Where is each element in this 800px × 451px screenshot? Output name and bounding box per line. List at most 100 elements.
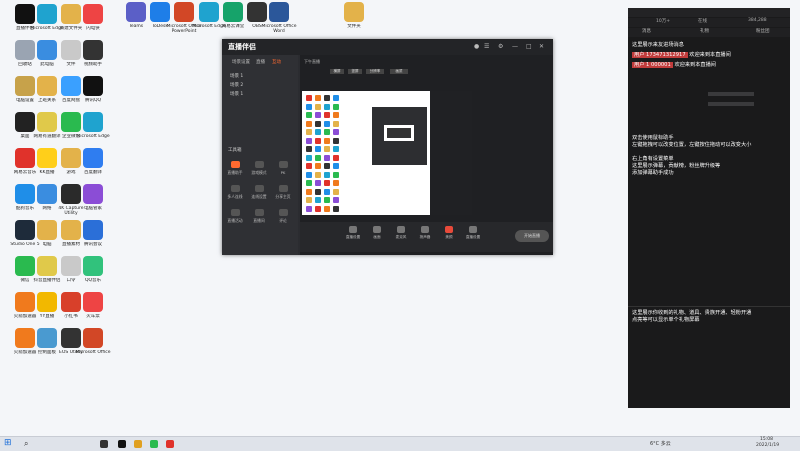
capture-canvas[interactable] [302,91,472,215]
mini-desktop-icon [306,180,312,186]
tool-item[interactable]: 直播助手 [224,161,246,176]
desktop-icon-label: Microsoft Office [75,350,111,355]
app-icon [83,148,103,168]
desktop-icon[interactable]: QQ音乐 [74,256,112,294]
weather[interactable]: 6°C 多云 [650,440,671,447]
dock-item[interactable]: 美颜 [440,226,458,240]
app-icon [83,40,103,60]
dock-item[interactable]: 直播设置 [464,226,482,240]
tool-item[interactable]: 直播活动 [224,209,246,224]
avatar[interactable]: ● [474,43,479,50]
tool-item[interactable]: PK [272,161,294,175]
taskbar-app-icon[interactable] [118,440,126,448]
dock-item[interactable]: 画面 [368,226,386,240]
mini-desktop-icon [333,146,339,152]
minimize-icon[interactable]: — [512,43,518,50]
mini-desktop-icon [315,103,321,110]
mini-desktop-icon [315,129,321,135]
mini-desktop-icon [306,120,312,127]
toolbar-item[interactable]: 横屏 [330,69,344,74]
desktop-icon[interactable]: 百度翻译 [74,148,112,186]
scene-item[interactable]: 场景 2 [230,82,243,88]
mini-desktop-icon [324,180,330,186]
desktop-icon[interactable]: 文件夹 [335,2,373,40]
app-icon [83,4,103,24]
mini-desktop-icon [306,171,312,178]
tool-item[interactable]: 直播间 [248,209,270,224]
live-app-window[interactable]: 直播伴侣 ● ☰ ⚙ — □ ✕ 场景设置 直播 互动 场景 1 场景 2 场景… [222,39,553,255]
nested-app-window [372,107,427,165]
gear-icon[interactable]: ⚙ [498,43,503,50]
tool-item[interactable]: 游戏模式 [248,161,270,176]
mini-desktop-icon [315,112,321,118]
tool-item[interactable]: 多人连线 [224,185,246,200]
dock-item[interactable]: 麦克风 [392,226,410,240]
app-icon [344,2,364,22]
mini-desktop-icon [324,205,330,212]
dock-item[interactable]: 扬声器 [416,226,434,240]
desktop-icon-label: QQ音乐 [84,278,102,283]
mini-desktop-icon [324,197,330,203]
nested-chat-panel [430,91,472,215]
clock-date[interactable]: 2022/1/19 [756,443,779,448]
close-icon[interactable]: ✕ [539,43,544,50]
tool-item[interactable]: 连线设置 [248,185,270,200]
mini-desktop-icon [333,188,339,195]
mini-desktop-icon [333,129,339,135]
tool-item[interactable]: 分享主页 [272,185,294,200]
mini-desktop-icon [306,95,312,101]
scene-item[interactable]: 场景 1 [230,73,243,79]
mini-desktop-icon [333,103,339,110]
mini-desktop-icon [324,163,330,169]
score-count: 384,288 [748,18,767,23]
toolbar-item[interactable]: 竖屏 [348,69,362,74]
chat-panel[interactable]: 10万+ 在线 384,288 消息 礼物 粉丝团 这里展示来友进场消息 用户 … [628,8,790,408]
start-live-button[interactable]: 开始直播 [515,230,549,242]
taskbar-app-icon[interactable] [166,440,174,448]
desktop-icon[interactable]: 电脑管家 [74,184,112,222]
tab-interact[interactable]: 互动 [272,59,281,65]
mini-desktop-icon [306,205,312,212]
mini-desktop-icon [324,129,330,135]
windows-start-icon[interactable]: ⊞ [4,438,12,448]
mini-desktop-icon [324,146,330,152]
desktop-icon[interactable]: 腾讯会议 [74,220,112,258]
taskbar-app-icon[interactable] [100,440,108,448]
tool-item[interactable]: 评论 [272,209,294,224]
desktop-icon-label: 文件夹 [347,24,361,29]
mini-desktop-icon [306,146,312,152]
tab-gifts[interactable]: 礼物 [700,28,709,34]
mini-desktop-icon [306,197,312,203]
tab-messages[interactable]: 消息 [642,28,651,34]
desktop-icon-label: 腾讯QQ [84,98,102,103]
desktop-icon[interactable]: Microsoft Edge [74,112,112,150]
clock-time[interactable]: 15:08 [760,437,773,442]
mini-desktop-icon [333,137,339,144]
taskbar-app-icon[interactable] [134,440,142,448]
desktop-icon[interactable]: Microsoft Office [74,328,112,366]
tab-live[interactable]: 直播 [256,59,265,65]
desktop-icon[interactable]: 视频助手 [74,40,112,78]
desktop-icon[interactable]: 腾讯QQ [74,76,112,114]
menu-icon[interactable]: ☰ [484,43,489,50]
tab-fans[interactable]: 粉丝团 [756,28,770,34]
taskbar-app-icon[interactable] [150,440,158,448]
toolbar-label: 下午直播 [304,59,320,64]
bottom-dock: 直播设置 画面 麦克风 扬声器 美颜 直播设置 开始直播 [300,222,553,252]
toolbar-item[interactable]: 画质 [390,69,408,74]
app-icon [83,220,103,240]
dock-item[interactable]: 直播设置 [344,226,362,240]
help-line: 这里展示弹幕，贡献榜，粉丝牌升级等 [632,163,721,169]
mini-desktop-icon [306,154,312,161]
desktop-icon-label: 闪电侠 [86,26,100,31]
tab-scene[interactable]: 场景设置 [232,59,250,65]
desktop-icon[interactable]: Microsoft Office Word [260,2,298,40]
help-line: 左键拖拽可以改变位置，左键按住拖动可以改变大小 [632,142,752,148]
desktop-icon[interactable]: 闪电侠 [74,4,112,42]
search-icon[interactable]: ⌕ [24,439,28,449]
toolbar-item[interactable]: 分辨率 [366,69,384,74]
scene-item[interactable]: 场景 1 [230,91,243,97]
title-bar[interactable]: 直播伴侣 ● ☰ ⚙ — □ ✕ [222,39,553,55]
maximize-icon[interactable]: □ [526,43,532,50]
desktop-icon[interactable]: 火车票 [74,292,112,330]
